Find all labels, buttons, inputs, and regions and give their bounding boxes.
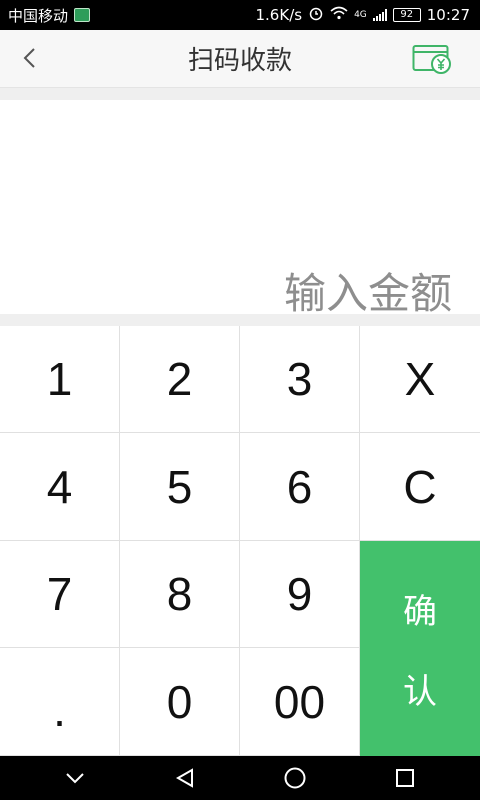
confirm-char-1: 确 xyxy=(403,593,437,632)
alarm-icon xyxy=(308,5,324,25)
confirm-char-2: 认 xyxy=(403,672,437,711)
wallet-button[interactable] xyxy=(412,42,452,76)
key-8[interactable]: 8 xyxy=(120,541,240,648)
home-nav-button[interactable] xyxy=(275,758,315,798)
clear-key[interactable]: C xyxy=(360,433,480,541)
signal-icon xyxy=(372,9,387,21)
delete-key[interactable]: X xyxy=(360,326,480,433)
hide-keyboard-button[interactable] xyxy=(55,758,95,798)
carrier-name: 中国移动 xyxy=(8,6,69,25)
sim-icon xyxy=(74,8,91,22)
circle-home-icon xyxy=(284,767,306,789)
divider-strip xyxy=(0,314,480,326)
square-recents-icon xyxy=(396,769,414,787)
key-4[interactable]: 4 xyxy=(0,433,120,541)
key-9[interactable]: 9 xyxy=(240,541,360,648)
status-bar: 中国移动 1.6K/s 4G 92 10:27 xyxy=(0,0,480,30)
status-right: 1.6K/s 4G 92 10:27 xyxy=(256,5,471,25)
key-3[interactable]: 3 xyxy=(240,326,360,433)
back-nav-button[interactable] xyxy=(165,758,205,798)
back-button[interactable] xyxy=(12,40,48,76)
network-speed: 1.6K/s xyxy=(255,6,303,24)
chevron-down-icon xyxy=(66,773,84,784)
status-left: 中国移动 xyxy=(8,5,91,26)
amount-display: 输入金额 xyxy=(0,100,480,318)
key-5[interactable]: 5 xyxy=(120,433,240,541)
key-0[interactable]: 0 xyxy=(120,648,240,756)
app-header: 扫码收款 xyxy=(0,30,480,88)
system-nav-bar xyxy=(0,756,480,800)
key-6[interactable]: 6 xyxy=(240,433,360,541)
key-7[interactable]: 7 xyxy=(0,541,120,648)
recents-nav-button[interactable] xyxy=(385,758,425,798)
key-dot[interactable]: . xyxy=(0,648,120,756)
wifi-icon xyxy=(330,6,348,24)
amount-placeholder: 输入金额 xyxy=(283,269,452,318)
battery-icon: 92 xyxy=(392,8,421,22)
network-type: 4G xyxy=(354,10,367,20)
key-00[interactable]: 00 xyxy=(240,648,360,756)
confirm-button[interactable]: 确 认 xyxy=(360,541,480,756)
divider-strip xyxy=(0,88,480,100)
key-2[interactable]: 2 xyxy=(120,326,240,433)
numeric-keypad: 1 2 3 X 4 5 6 C 7 8 9 确 认 . 0 00 xyxy=(0,326,480,756)
wallet-yuan-icon xyxy=(412,45,451,74)
triangle-back-icon xyxy=(175,768,193,788)
clock: 10:27 xyxy=(426,6,470,24)
key-1[interactable]: 1 xyxy=(0,326,120,433)
page-title: 扫码收款 xyxy=(187,46,292,76)
chevron-left-icon xyxy=(23,48,35,68)
